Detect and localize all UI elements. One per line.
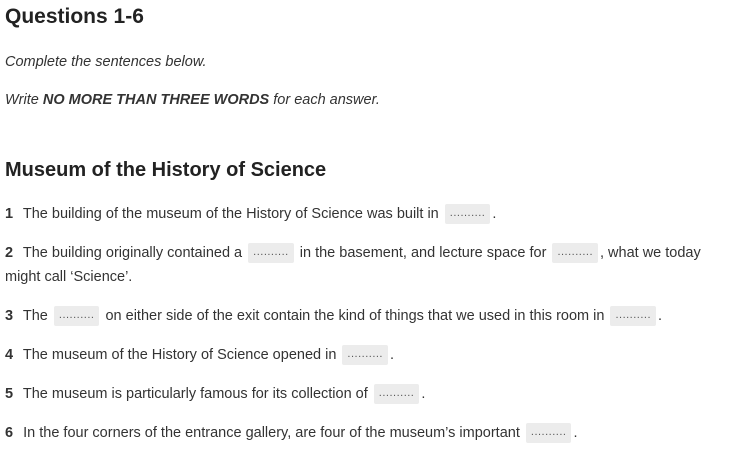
question-number: 3 [5,308,14,324]
answer-blank-1[interactable]: .......... [444,204,491,225]
question-2: 2 The building originally contained a ..… [5,241,729,289]
instruction-suffix: for each answer. [269,92,380,108]
question-text-middle: on either side of the exit contain the k… [105,308,605,324]
question-3: 3 The .......... on either side of the e… [5,304,729,328]
question-number: 5 [5,386,14,402]
answer-blank-2b[interactable]: .......... [552,243,598,264]
instruction-prefix: Write [5,92,43,108]
answer-blank-4[interactable]: .......... [342,345,388,366]
question-text: The museum of the History of Science ope… [22,347,337,363]
answer-blank-3a[interactable]: .......... [53,306,100,327]
question-number: 1 [5,206,14,222]
question-text-middle: in the basement, and lecture space for [299,245,547,261]
question-5: 5 The museum is particularly famous for … [5,382,729,406]
answer-blank-5[interactable]: .......... [373,384,420,405]
question-text-end: . [492,206,497,222]
question-text: The museum is particularly famous for it… [22,386,368,402]
question-text: The building of the museum of the Histor… [22,206,439,222]
question-4: 4 The museum of the History of Science o… [5,343,729,367]
question-1: 1 The building of the museum of the Hist… [5,202,729,226]
answer-blank-3b[interactable]: .......... [610,306,657,327]
question-number: 2 [5,245,14,261]
question-text-end: . [658,308,663,324]
questions-heading: Questions 1-6 [5,5,144,28]
question-number: 6 [5,425,14,441]
section-title: Museum of the History of Science [5,159,327,181]
question-text: In the four corners of the entrance gall… [23,425,520,441]
question-text: The building originally contained a [22,245,243,261]
instruction-word-limit: Write NO MORE THAN THREE WORDS for each … [5,91,380,109]
question-text: The [22,308,48,324]
instruction-complete: Complete the sentences below. [5,54,207,70]
answer-blank-2a[interactable]: .......... [248,243,294,264]
question-6: 6 In the four corners of the entrance ga… [5,421,729,445]
question-number: 4 [5,347,14,363]
question-page: Questions 1-6 Complete the sentences bel… [5,0,731,444]
question-text-end: . [573,425,578,441]
question-text-end: . [389,347,395,363]
question-text-end: . [421,386,426,402]
answer-blank-6[interactable]: .......... [525,423,572,444]
instruction-word-limit-bold: NO MORE THAN THREE WORDS [42,92,270,108]
